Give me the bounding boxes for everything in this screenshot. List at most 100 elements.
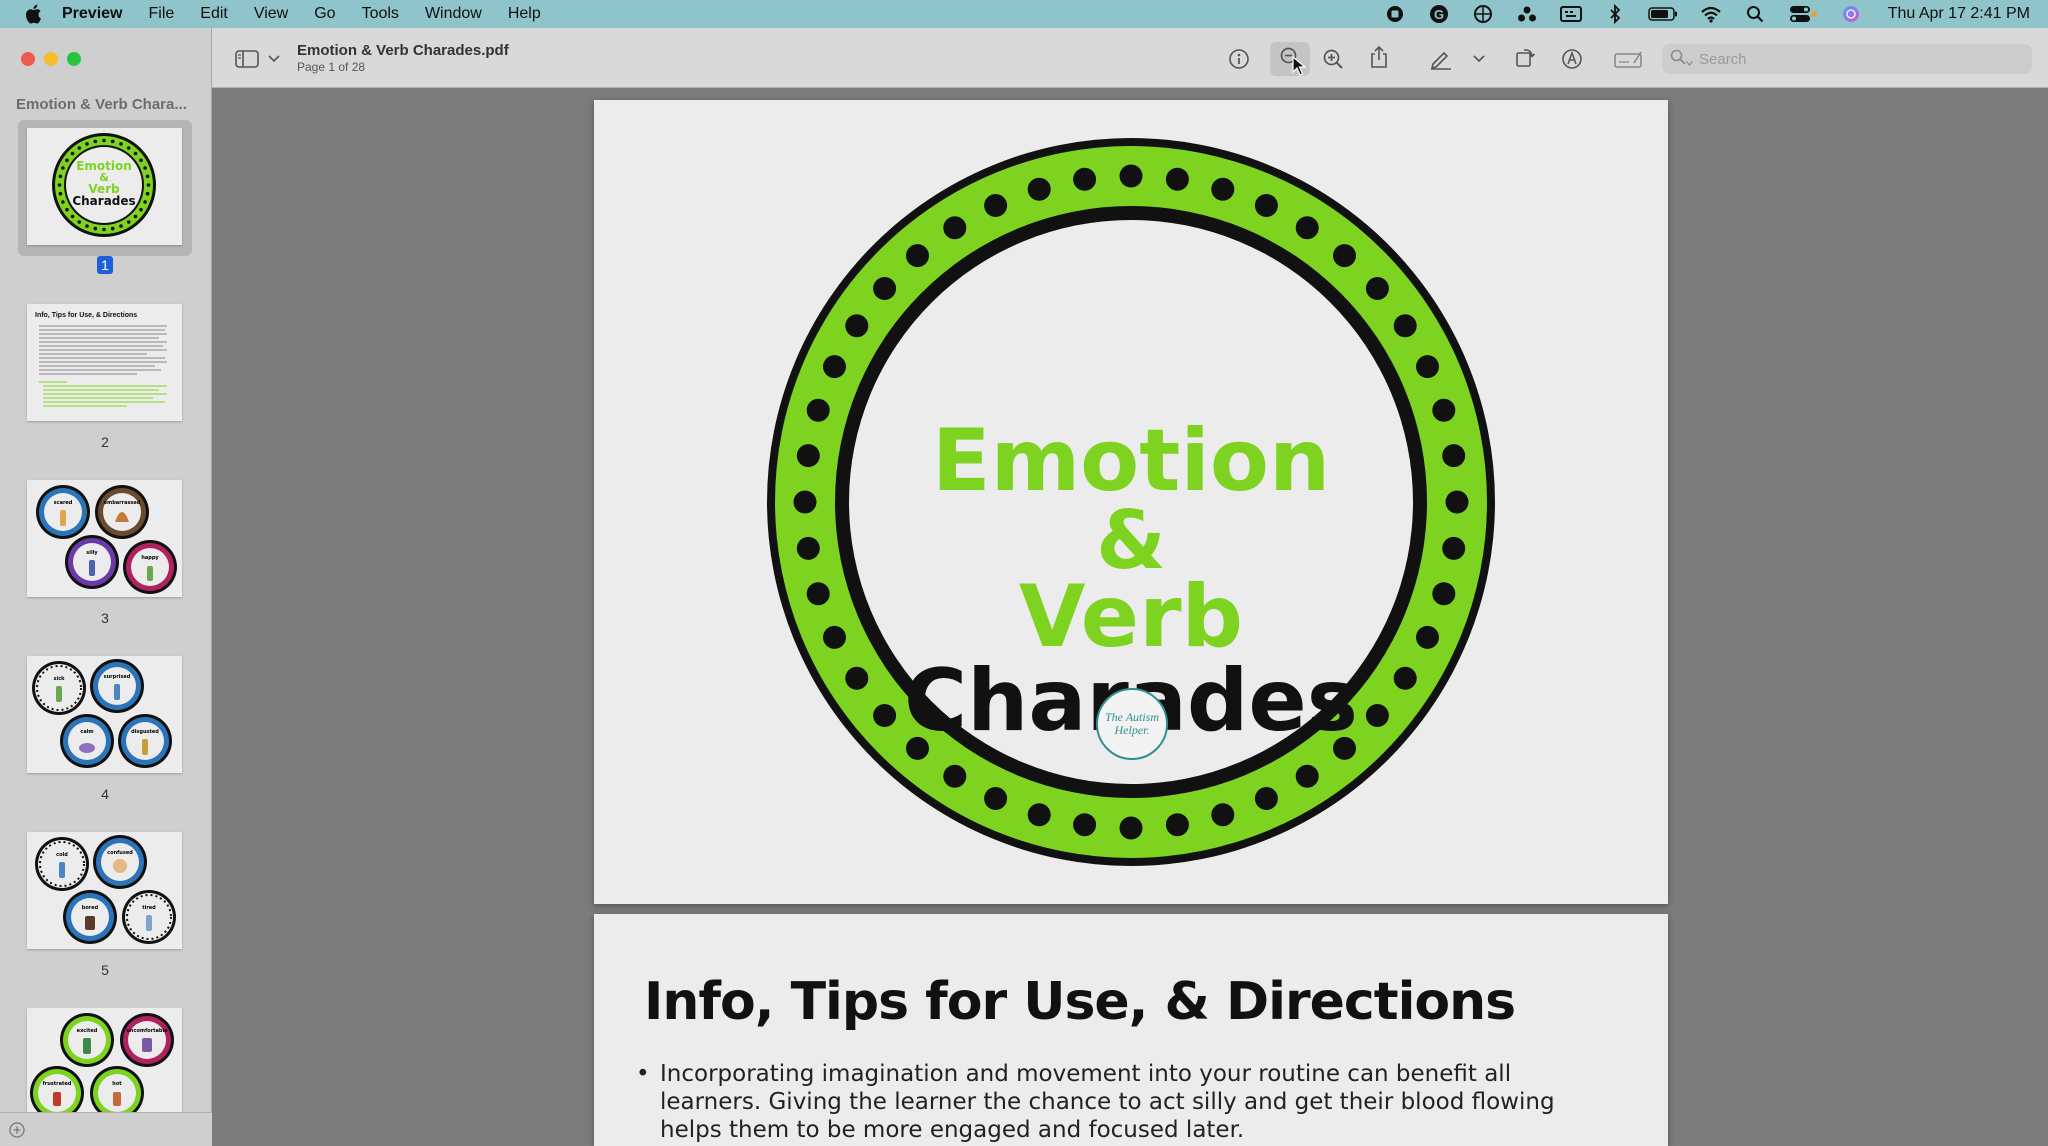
menu-app-name[interactable]: Preview	[62, 5, 122, 23]
thumb-label: cold	[56, 852, 68, 858]
menu-file[interactable]: File	[148, 5, 174, 23]
ring-dot	[70, 214, 75, 219]
ring-dot	[1432, 582, 1456, 606]
pdf-page-1[interactable]: Emotion & Verb Charades The Autism Helpe…	[594, 100, 1668, 904]
pdf-page-2[interactable]: Info, Tips for Use, & Directions Incorpo…	[594, 914, 1668, 1146]
thumb-label: confused	[107, 850, 133, 856]
menu-clock[interactable]: Thu Apr 17 2:41 PM	[1888, 5, 2030, 23]
ring-dot	[793, 490, 817, 514]
ring-dot	[102, 227, 106, 232]
thumbnail-page-6[interactable]: excited uncomfortable frustrated hot	[18, 1008, 192, 1112]
cover-graphic: Emotion & Verb Charades	[767, 138, 1495, 866]
grammarly-icon[interactable]: G	[1428, 3, 1450, 25]
ring-dot	[61, 200, 65, 204]
close-window-button[interactable]	[21, 52, 35, 66]
markup-pen-icon[interactable]	[1426, 44, 1456, 74]
menu-view[interactable]: View	[254, 5, 288, 23]
screen-record-icon[interactable]	[1384, 3, 1406, 25]
minimize-window-button[interactable]	[44, 52, 58, 66]
ring-dot	[1165, 813, 1189, 837]
share-icon[interactable]	[1364, 42, 1394, 72]
control-center-icon[interactable]	[1788, 3, 1818, 25]
fullscreen-window-button[interactable]	[67, 52, 81, 66]
search-icon	[1670, 49, 1686, 70]
ring-dot	[845, 666, 869, 690]
ring-dot	[984, 787, 1008, 810]
ring-dot	[1432, 398, 1456, 422]
ring-dot	[873, 277, 897, 300]
ring-dot	[1442, 536, 1466, 560]
menu-edit[interactable]: Edit	[200, 5, 228, 23]
ring-dot	[110, 226, 115, 231]
ring-dot	[119, 224, 123, 228]
ring-dot	[1393, 666, 1417, 690]
thumb-label: frustrated	[43, 1081, 72, 1087]
ring-dot	[65, 207, 69, 212]
ring-dot	[1333, 244, 1356, 268]
ring-dot	[133, 214, 138, 219]
ring-dot	[1211, 803, 1235, 827]
ring-dot	[1073, 813, 1097, 837]
menu-window[interactable]: Window	[425, 5, 482, 23]
apple-menu-icon[interactable]	[20, 0, 46, 28]
thumb-label: surprised	[104, 674, 131, 680]
ring-dot	[57, 183, 62, 187]
zoom-in-icon[interactable]	[1318, 44, 1348, 74]
search-chevron-icon	[1686, 53, 1693, 71]
ring-dot	[1119, 816, 1143, 840]
sidebar-footer	[0, 1112, 212, 1146]
thumbnail-page-number: 2	[101, 434, 109, 450]
ring-dot	[145, 191, 150, 196]
thumbnail-image: cold confused bored tired	[27, 832, 182, 949]
document-title: Emotion & Verb Charades.pdf	[297, 42, 509, 59]
add-page-icon[interactable]	[8, 1121, 26, 1139]
thumb-label: sick	[54, 676, 66, 682]
thumb-label: scared	[54, 500, 73, 506]
ring-dot	[85, 142, 89, 146]
markup-chevron-down-icon[interactable]	[1470, 44, 1488, 74]
ring-dot	[139, 207, 143, 212]
ring-dot	[102, 138, 106, 143]
ring-dot	[823, 355, 846, 379]
menu-help[interactable]: Help	[508, 5, 541, 23]
ring-dot	[984, 194, 1008, 217]
spotlight-search-icon[interactable]	[1744, 3, 1766, 25]
thumb-label: bored	[82, 905, 99, 911]
menu-go[interactable]: Go	[314, 5, 335, 23]
bluetooth-icon[interactable]	[1604, 3, 1626, 25]
search-input[interactable]	[1699, 50, 2019, 68]
ring-dot	[1027, 177, 1051, 201]
info-icon[interactable]	[1224, 44, 1254, 74]
battery-icon[interactable]	[1647, 3, 1678, 25]
vpn-icon[interactable]	[1472, 3, 1494, 25]
ring-dot	[1027, 803, 1051, 827]
keyboard-icon[interactable]	[1559, 3, 1582, 25]
ring-dot	[143, 166, 147, 170]
thumb-label: happy	[141, 555, 159, 561]
ring-dot	[119, 142, 123, 146]
wifi-icon[interactable]	[1700, 3, 1722, 25]
rotate-icon[interactable]	[1510, 42, 1540, 72]
dropbox-icon[interactable]	[1516, 3, 1538, 25]
page-indicator: Page 1 of 28	[297, 60, 366, 74]
ring-dot	[823, 625, 846, 649]
ring-dot	[1295, 216, 1319, 240]
annotate-icon[interactable]	[1557, 44, 1587, 74]
search-field[interactable]	[1662, 44, 2032, 74]
ring-dot	[145, 174, 150, 179]
ring-dot	[110, 139, 115, 144]
ring-dot	[58, 174, 63, 179]
ring-dot	[796, 444, 820, 468]
ring-dot	[1165, 167, 1189, 191]
form-icon[interactable]	[1612, 44, 1646, 74]
siri-icon[interactable]	[1840, 3, 1862, 25]
ring-dot	[1442, 444, 1466, 468]
chevron-down-icon[interactable]	[264, 44, 284, 74]
thumbnail-image: sick surprised calm disgusted	[27, 656, 182, 773]
sidebar-document-title: Emotion & Verb Chara...	[16, 96, 187, 113]
menu-tools[interactable]: Tools	[362, 5, 399, 23]
ring-dot	[1416, 355, 1439, 379]
sidebar-toggle-icon[interactable]	[233, 44, 261, 74]
ring-dot	[1365, 704, 1389, 727]
ring-dot	[873, 704, 897, 727]
